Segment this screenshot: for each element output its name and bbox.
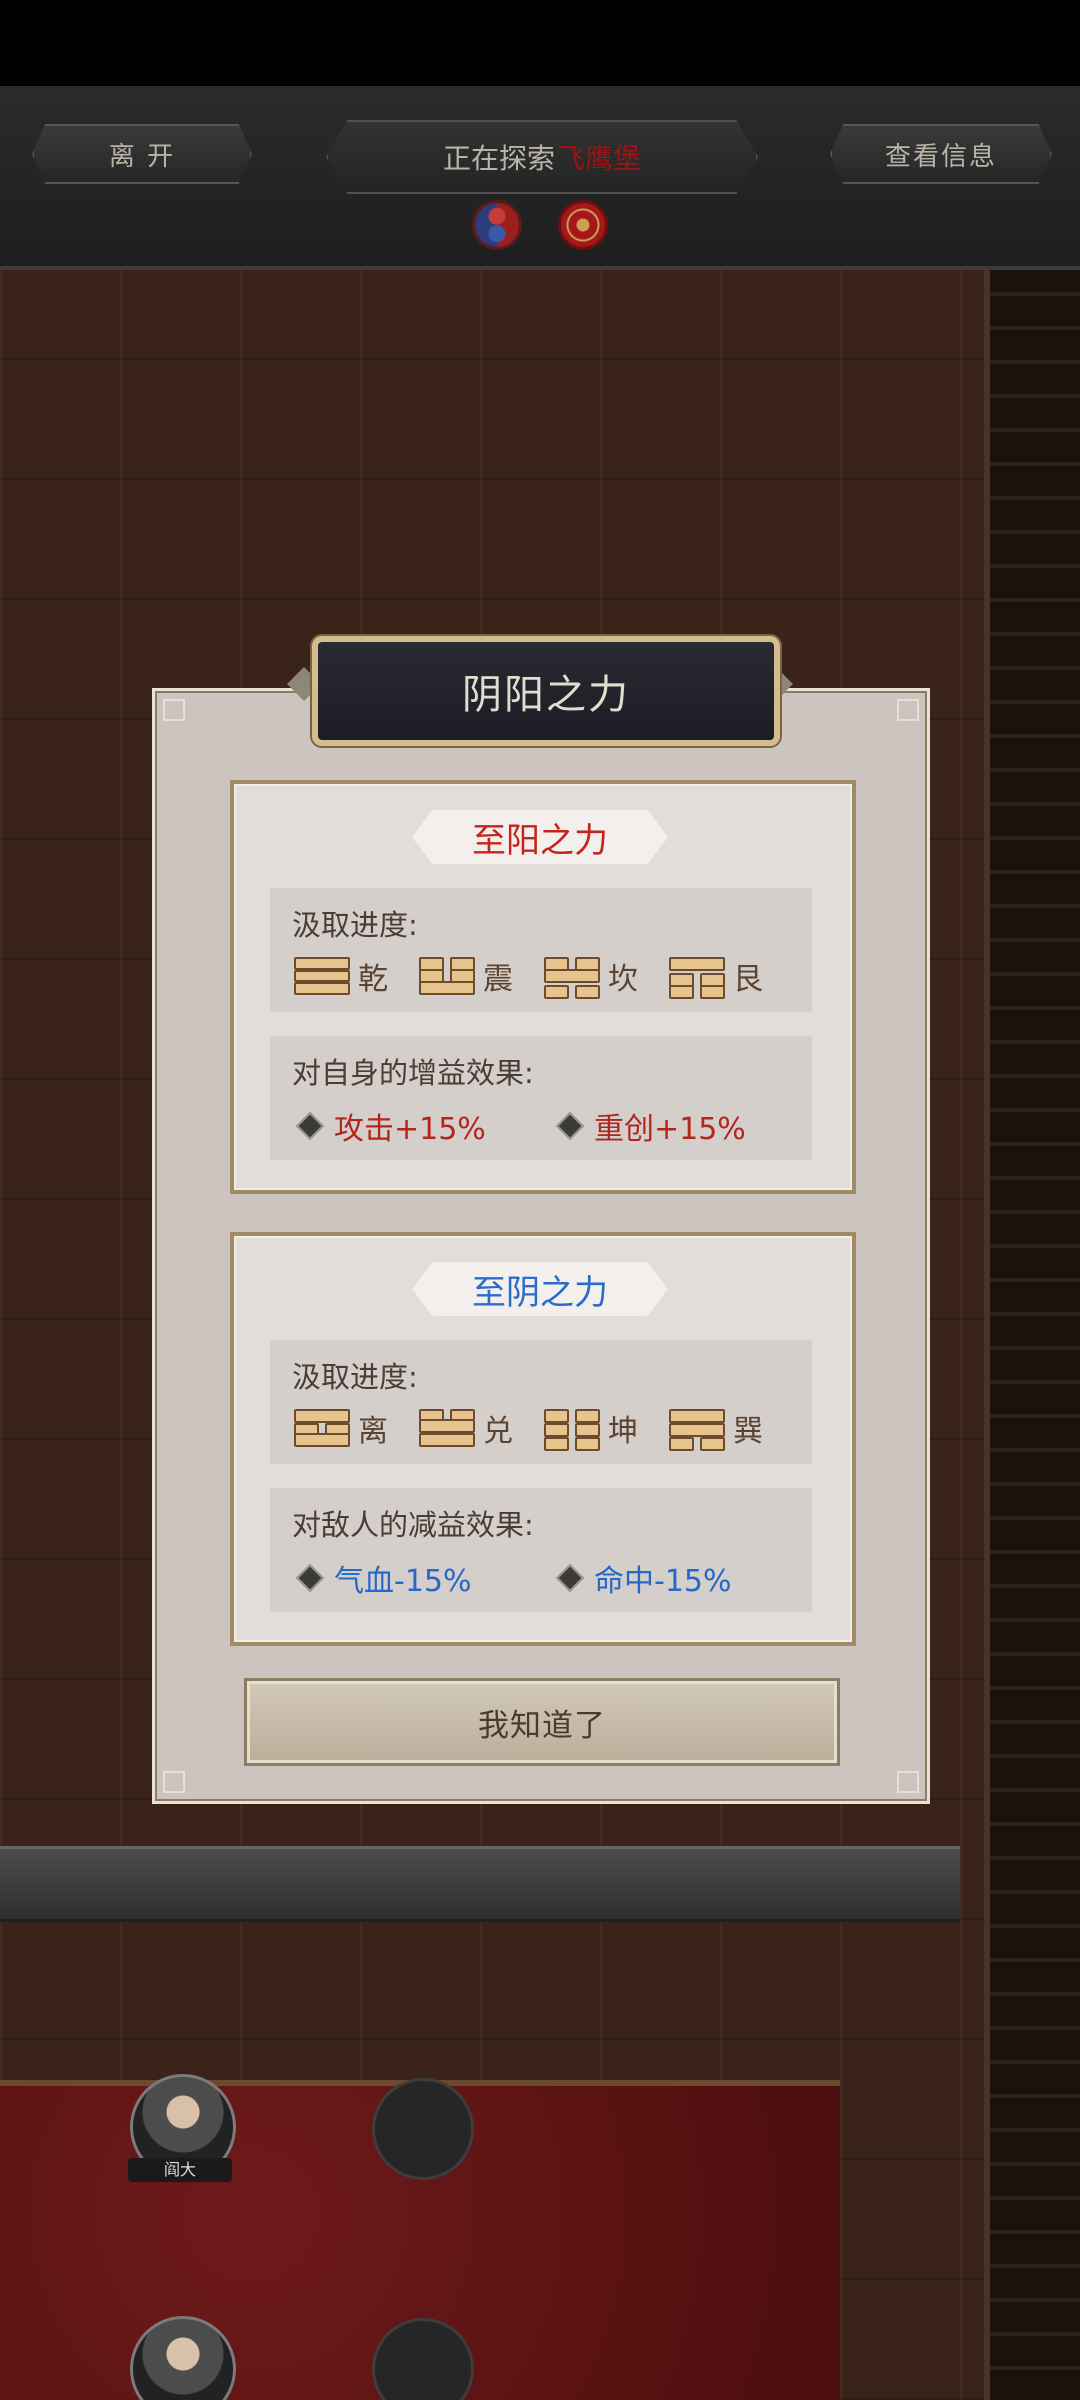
trigram-icon xyxy=(544,1409,600,1451)
trigram-kan: 坎 xyxy=(544,954,669,999)
trigram-label: 兑 xyxy=(483,1414,513,1449)
diamond-icon xyxy=(555,1563,585,1593)
trigram-icon xyxy=(669,1409,725,1451)
trigram-gen: 艮 xyxy=(669,954,794,999)
corner-ornament xyxy=(897,699,919,721)
trigram-label: 离 xyxy=(358,1414,388,1449)
bagua-icon[interactable] xyxy=(558,200,608,250)
explore-location: 飞鹰堡 xyxy=(557,142,642,175)
effect-label: 对敌人的减益效果: xyxy=(292,1508,534,1542)
trigram-icon xyxy=(419,957,475,995)
effect-text: 命中-15% xyxy=(594,1564,732,1599)
trigram-label: 坎 xyxy=(608,962,638,997)
trigram-icon xyxy=(669,957,725,999)
yang-effects-row: 攻击+15% 重创+15% xyxy=(294,1106,814,1147)
trigram-zhen: 震 xyxy=(419,954,544,998)
trigram-label: 巽 xyxy=(733,1414,763,1449)
trigram-kun: 坤 xyxy=(544,1406,669,1451)
yin-title: 至阴之力 xyxy=(412,1262,668,1316)
trigram-qian: 乾 xyxy=(294,954,419,998)
status-bar xyxy=(0,0,1080,86)
yang-title: 至阳之力 xyxy=(412,810,668,864)
progress-label: 汲取进度: xyxy=(292,1360,418,1394)
trigram-label: 震 xyxy=(483,962,513,997)
effect-label: 对自身的增益效果: xyxy=(292,1056,534,1090)
diamond-icon xyxy=(295,1563,325,1593)
trigram-li: 离 xyxy=(294,1406,419,1450)
trigram-label: 艮 xyxy=(733,962,763,997)
trigram-icon xyxy=(294,1409,350,1447)
effect-item: 气血-15% xyxy=(294,1558,554,1599)
ok-button[interactable]: 我知道了 xyxy=(244,1678,840,1766)
yin-effects-row: 气血-15% 命中-15% xyxy=(294,1558,814,1599)
yinyang-icon[interactable] xyxy=(472,200,522,250)
trigram-icon xyxy=(294,957,350,996)
explore-banner: 正在探索 飞鹰堡 xyxy=(326,120,758,194)
trigram-xun: 巽 xyxy=(669,1406,794,1451)
yang-trigram-row: 乾 震 坎 艮 xyxy=(294,954,794,999)
leave-button[interactable]: 离 开 xyxy=(32,124,252,184)
yin-trigram-row: 离 兑 坤 巽 xyxy=(294,1406,794,1451)
modal-title: 阴阳之力 xyxy=(312,636,780,746)
character-name: 阎大 xyxy=(128,2158,232,2182)
explore-prefix: 正在探索 xyxy=(442,142,555,175)
trigram-label: 坤 xyxy=(608,1414,638,1449)
diamond-icon xyxy=(555,1111,585,1141)
yin-panel: 至阴之力 汲取进度: 离 兑 坤 巽 对敌人的减益效果: 气血-15% 命中-1… xyxy=(230,1232,856,1646)
effect-item: 重创+15% xyxy=(554,1106,814,1147)
yang-effect-box: 对自身的增益效果: 攻击+15% 重创+15% xyxy=(270,1036,812,1160)
trigram-icon xyxy=(419,1409,475,1447)
corner-ornament xyxy=(163,1771,185,1793)
trigram-dui: 兑 xyxy=(419,1406,544,1450)
yang-progress-box: 汲取进度: 乾 震 坎 艮 xyxy=(270,888,812,1012)
effect-text: 攻击+15% xyxy=(334,1112,486,1147)
stone-strip xyxy=(0,1846,960,1922)
effect-item: 攻击+15% xyxy=(294,1106,554,1147)
corner-ornament xyxy=(897,1771,919,1793)
effect-text: 气血-15% xyxy=(334,1564,472,1599)
effect-text: 重创+15% xyxy=(594,1112,746,1147)
right-wall xyxy=(984,270,1080,2400)
diamond-icon xyxy=(295,1111,325,1141)
yang-panel: 至阳之力 汲取进度: 乾 震 坎 艮 对自身的增益效果: 攻击+15% 重创+1… xyxy=(230,780,856,1194)
progress-label: 汲取进度: xyxy=(292,908,418,942)
trigram-label: 乾 xyxy=(358,962,388,997)
effect-item: 命中-15% xyxy=(554,1558,814,1599)
trigram-icon xyxy=(544,957,600,999)
view-info-button[interactable]: 查看信息 xyxy=(830,124,1052,184)
corner-ornament xyxy=(163,699,185,721)
yin-effect-box: 对敌人的减益效果: 气血-15% 命中-15% xyxy=(270,1488,812,1612)
empty-slot[interactable] xyxy=(372,2078,474,2180)
yin-progress-box: 汲取进度: 离 兑 坤 巽 xyxy=(270,1340,812,1464)
